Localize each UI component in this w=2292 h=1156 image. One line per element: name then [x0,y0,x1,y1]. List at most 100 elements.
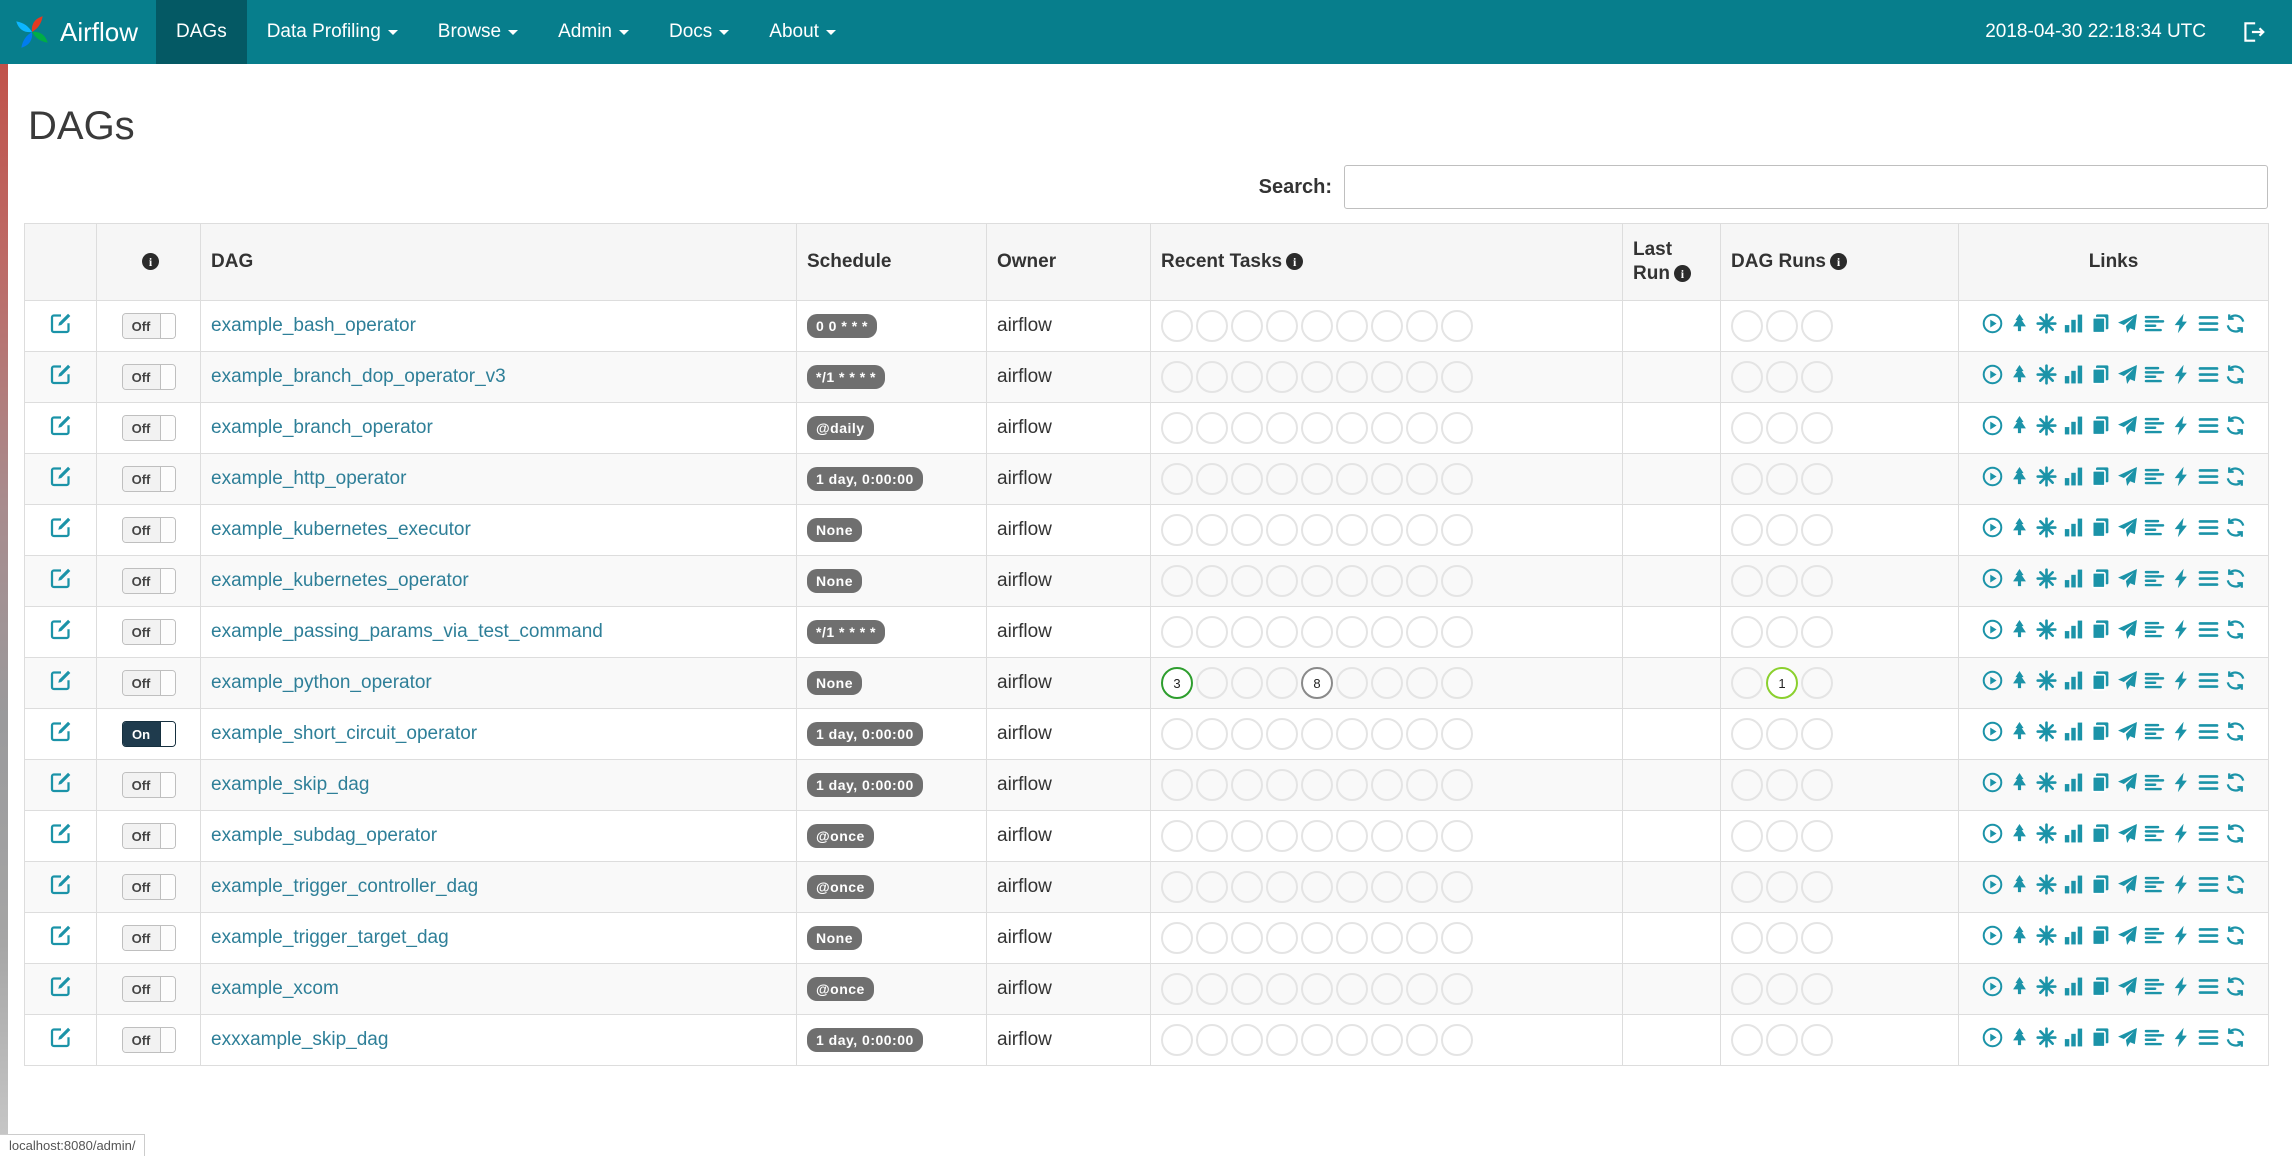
dag-link[interactable]: example_skip_dag [211,774,369,795]
logout-icon[interactable] [2240,19,2266,45]
dag-pause-toggle[interactable]: Off [121,466,176,492]
tree-view-icon[interactable] [2009,1027,2030,1048]
edit-dag-icon[interactable] [49,668,73,692]
dag-run-count-circle[interactable]: 1 [1766,667,1798,699]
task-details-icon[interactable] [2198,1027,2219,1048]
nav-item-docs[interactable]: Docs [649,0,749,64]
task-details-icon[interactable] [2198,823,2219,844]
task-duration-icon[interactable] [2063,313,2084,334]
dag-link[interactable]: example_xcom [211,978,339,999]
nav-item-about[interactable]: About [749,0,856,64]
graph-view-icon[interactable] [2036,670,2057,691]
gantt-view-icon[interactable] [2144,1027,2165,1048]
trigger-dag-icon[interactable] [1982,415,2003,436]
graph-view-icon[interactable] [2036,976,2057,997]
task-duration-icon[interactable] [2063,976,2084,997]
gantt-view-icon[interactable] [2144,670,2165,691]
task-tries-icon[interactable] [2090,823,2111,844]
refresh-icon[interactable] [2225,415,2246,436]
graph-view-icon[interactable] [2036,568,2057,589]
graph-view-icon[interactable] [2036,415,2057,436]
nav-item-data-profiling[interactable]: Data Profiling [247,0,418,64]
gantt-view-icon[interactable] [2144,619,2165,640]
edit-dag-icon[interactable] [49,719,73,743]
refresh-icon[interactable] [2225,313,2246,334]
gantt-view-icon[interactable] [2144,976,2165,997]
edit-dag-icon[interactable] [49,464,73,488]
refresh-icon[interactable] [2225,772,2246,793]
dag-pause-toggle[interactable]: Off [121,568,176,594]
code-view-icon[interactable] [2171,976,2192,997]
task-details-icon[interactable] [2198,874,2219,895]
dag-pause-toggle[interactable]: Off [121,874,176,900]
trigger-dag-icon[interactable] [1982,976,2003,997]
refresh-icon[interactable] [2225,568,2246,589]
code-view-icon[interactable] [2171,517,2192,538]
trigger-dag-icon[interactable] [1982,925,2003,946]
code-view-icon[interactable] [2171,466,2192,487]
task-details-icon[interactable] [2198,415,2219,436]
task-tries-icon[interactable] [2090,568,2111,589]
dag-pause-toggle[interactable]: Off [121,415,176,441]
task-duration-icon[interactable] [2063,415,2084,436]
code-view-icon[interactable] [2171,619,2192,640]
trigger-dag-icon[interactable] [1982,874,2003,895]
tree-view-icon[interactable] [2009,415,2030,436]
task-duration-icon[interactable] [2063,466,2084,487]
refresh-icon[interactable] [2225,517,2246,538]
dag-link[interactable]: example_trigger_controller_dag [211,876,478,897]
landing-times-icon[interactable] [2117,976,2138,997]
tree-view-icon[interactable] [2009,670,2030,691]
task-tries-icon[interactable] [2090,466,2111,487]
refresh-icon[interactable] [2225,670,2246,691]
task-details-icon[interactable] [2198,517,2219,538]
task-duration-icon[interactable] [2063,619,2084,640]
search-input[interactable] [1344,165,2268,209]
landing-times-icon[interactable] [2117,364,2138,385]
dag-link[interactable]: example_kubernetes_operator [211,570,469,591]
header-owner[interactable]: Owner [986,223,1151,301]
dag-link[interactable]: example_short_circuit_operator [211,723,477,744]
code-view-icon[interactable] [2171,925,2192,946]
graph-view-icon[interactable] [2036,874,2057,895]
gantt-view-icon[interactable] [2144,568,2165,589]
task-duration-icon[interactable] [2063,721,2084,742]
gantt-view-icon[interactable] [2144,415,2165,436]
dag-pause-toggle[interactable]: Off [121,1027,176,1053]
code-view-icon[interactable] [2171,874,2192,895]
recent-task-count-circle[interactable]: 3 [1161,667,1193,699]
task-tries-icon[interactable] [2090,925,2111,946]
task-duration-icon[interactable] [2063,517,2084,538]
edit-dag-icon[interactable] [49,413,73,437]
landing-times-icon[interactable] [2117,619,2138,640]
dag-pause-toggle[interactable]: Off [121,976,176,1002]
trigger-dag-icon[interactable] [1982,568,2003,589]
trigger-dag-icon[interactable] [1982,466,2003,487]
edit-dag-icon[interactable] [49,362,73,386]
landing-times-icon[interactable] [2117,313,2138,334]
airflow-brand[interactable]: Airflow [0,14,156,50]
dag-link[interactable]: example_passing_params_via_test_command [211,621,603,642]
task-tries-icon[interactable] [2090,619,2111,640]
tree-view-icon[interactable] [2009,874,2030,895]
refresh-icon[interactable] [2225,976,2246,997]
tree-view-icon[interactable] [2009,925,2030,946]
dag-link[interactable]: example_trigger_target_dag [211,927,449,948]
dag-pause-toggle[interactable]: Off [121,517,176,543]
refresh-icon[interactable] [2225,925,2246,946]
edit-dag-icon[interactable] [49,872,73,896]
gantt-view-icon[interactable] [2144,874,2165,895]
landing-times-icon[interactable] [2117,874,2138,895]
edit-dag-icon[interactable] [49,770,73,794]
code-view-icon[interactable] [2171,1027,2192,1048]
task-tries-icon[interactable] [2090,976,2111,997]
dag-pause-toggle[interactable]: Off [121,925,176,951]
dag-pause-toggle[interactable]: Off [121,313,176,339]
gantt-view-icon[interactable] [2144,823,2165,844]
tree-view-icon[interactable] [2009,568,2030,589]
task-details-icon[interactable] [2198,364,2219,385]
gantt-view-icon[interactable] [2144,517,2165,538]
tree-view-icon[interactable] [2009,364,2030,385]
task-details-icon[interactable] [2198,925,2219,946]
task-duration-icon[interactable] [2063,823,2084,844]
